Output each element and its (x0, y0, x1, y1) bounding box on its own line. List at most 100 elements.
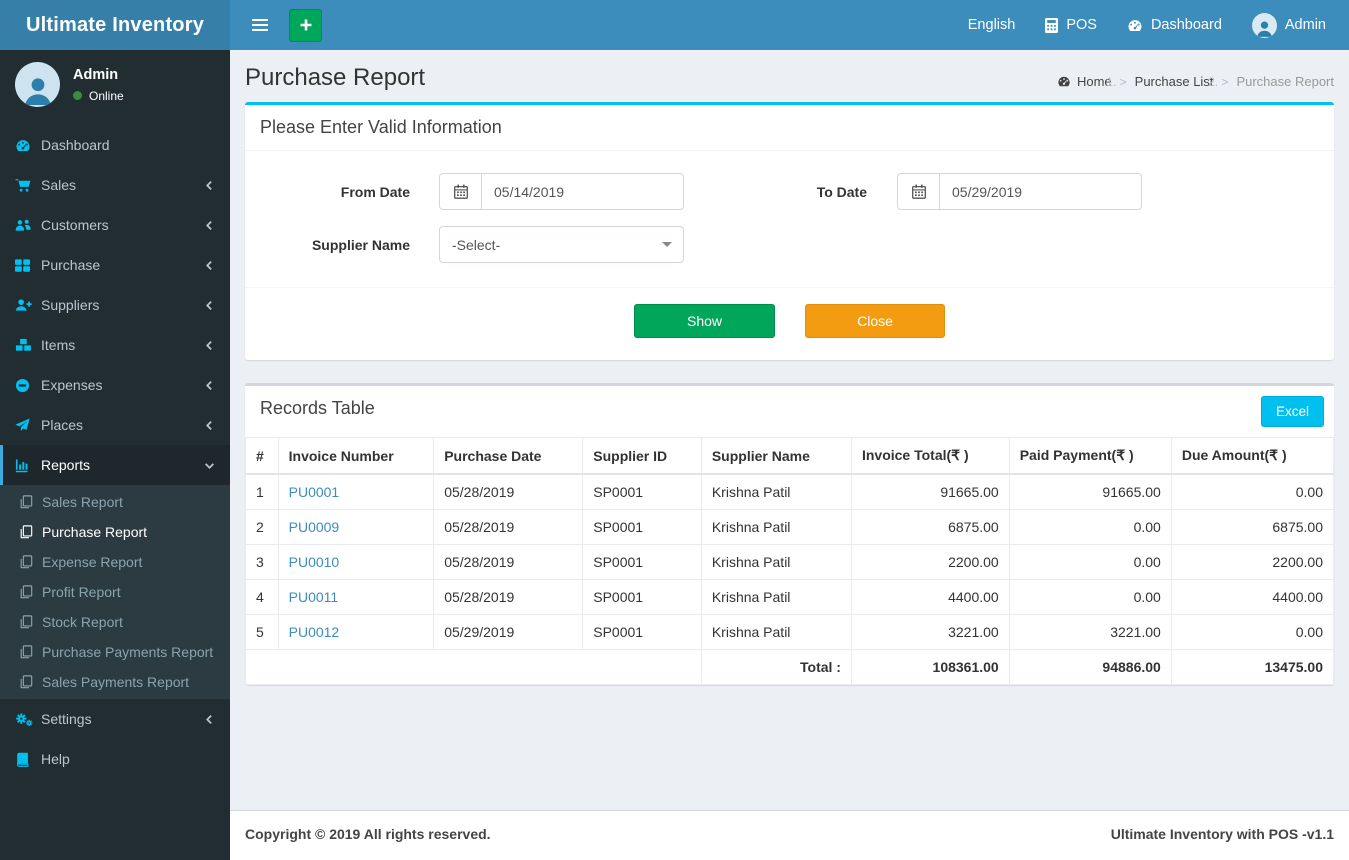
invoice-link[interactable]: PU0001 (289, 484, 340, 500)
filter-card: Please Enter Valid Information From Date… (245, 102, 1334, 360)
invoice-link[interactable]: PU0012 (289, 624, 340, 640)
breadcrumb-current: Purchase Report (1236, 74, 1334, 89)
breadcrumb-separator: > (1221, 75, 1228, 89)
brand-logo[interactable]: Ultimate Inventory (0, 0, 230, 50)
paper-plane-icon (15, 417, 31, 433)
breadcrumb-separator: > (1120, 75, 1127, 89)
chevron-left-icon (204, 380, 215, 391)
cart-icon (15, 178, 31, 193)
close-button[interactable]: Close (805, 304, 945, 338)
sidebar-item-items[interactable]: Items (0, 325, 230, 365)
sidebar-item-places[interactable]: Places (0, 405, 230, 445)
sidebar-item-suppliers[interactable]: Suppliers (0, 285, 230, 325)
show-button[interactable]: Show (634, 304, 775, 338)
excel-export-button[interactable]: Excel (1260, 396, 1324, 427)
chevron-left-icon (204, 220, 215, 231)
files-icon (19, 675, 33, 689)
col-paid-payment: Paid Payment(₹ ) (1008, 437, 1172, 475)
quick-add-button[interactable] (289, 8, 322, 42)
col-due-amount: Due Amount(₹ ) (1170, 437, 1335, 475)
files-icon (19, 645, 33, 659)
col-supplier-name: Supplier Name (700, 437, 852, 475)
online-dot-icon (73, 91, 82, 100)
version-text: Ultimate Inventory with POS -v1.1 (1110, 826, 1334, 842)
sidebar-item-stock-report[interactable]: Stock Report (0, 607, 230, 637)
book-icon (15, 752, 31, 767)
dashboard-link[interactable]: Dashboard (1112, 0, 1237, 50)
col-purchase-date: Purchase Date (433, 437, 584, 475)
sidebar-item-purchase-payments-report[interactable]: Purchase Payments Report (0, 637, 230, 667)
supplier-select[interactable]: -Select- (439, 226, 684, 263)
page-title: Purchase Report (245, 64, 426, 91)
sidebar-item-sales-payments-report[interactable]: Sales Payments Report (0, 667, 230, 697)
to-date-input[interactable] (940, 174, 1141, 209)
sidebar-item-expenses[interactable]: Expenses (0, 365, 230, 405)
content: Please Enter Valid Information From Date… (230, 96, 1349, 723)
col-invoice-total: Invoice Total(₹ ) (850, 437, 1010, 475)
records-table: # Invoice Number Purchase Date Supplier … (245, 437, 1335, 685)
calendar-icon[interactable] (898, 174, 940, 209)
sidebar-item-reports[interactable]: Reports Sales Report Purchase Report Exp… (0, 445, 230, 699)
total-due-amount: 13475.00 (1170, 649, 1335, 685)
table-row: 5 PU0012 05/29/2019 SP0001 Krishna Patil… (245, 614, 1335, 650)
supplier-select-wrap: -Select- (439, 226, 684, 263)
breadcrumb-purchase-list[interactable]: Purchase List (1135, 74, 1214, 89)
content-header: Purchase Report Home > Purchase List > P… (230, 50, 1349, 96)
top-navbar: Ultimate Inventory English POS Dashboard… (0, 0, 1349, 50)
pos-link[interactable]: POS (1030, 0, 1112, 50)
chevron-down-icon (204, 460, 215, 471)
calendar-icon[interactable] (440, 174, 482, 209)
avatar (1251, 12, 1277, 38)
home-dashboard-icon (1057, 75, 1071, 88)
col-invoice-number: Invoice Number (277, 437, 435, 475)
filter-card-title: Please Enter Valid Information (245, 105, 1334, 151)
gears-icon (15, 712, 33, 727)
invoice-link[interactable]: PU0010 (289, 554, 340, 570)
sidebar-item-sales-report[interactable]: Sales Report (0, 487, 230, 517)
filter-form: From Date To Date Supplier Name (245, 151, 1334, 287)
total-label: Total : (700, 649, 852, 685)
content-wrapper: Purchase Report Home > Purchase List > P… (230, 0, 1349, 810)
language-label: English (967, 17, 1016, 33)
sidebar-item-settings[interactable]: Settings (0, 699, 230, 739)
from-date-label: From Date (340, 183, 410, 200)
sidebar-item-sales[interactable]: Sales (0, 165, 230, 205)
user-menu[interactable]: Admin (1237, 0, 1341, 50)
minus-circle-icon (15, 378, 31, 393)
sidebar-item-help[interactable]: Help (0, 739, 230, 779)
bar-chart-icon (15, 458, 31, 473)
from-date-input[interactable] (482, 174, 683, 209)
invoice-link[interactable]: PU0009 (289, 519, 340, 535)
col-index: # (245, 437, 279, 475)
to-date-group (897, 173, 1142, 210)
dashboard-label: Dashboard (1150, 17, 1222, 33)
invoice-link[interactable]: PU0011 (289, 589, 339, 605)
sidebar-item-purchase[interactable]: Purchase (0, 245, 230, 285)
sidebar-item-purchase-report[interactable]: Purchase Report (0, 517, 230, 547)
sidebar-toggle-button[interactable] (238, 0, 282, 50)
sidebar-user-panel: Admin Online (0, 50, 230, 121)
language-menu[interactable]: English (953, 0, 1031, 50)
user-status: Online (73, 89, 124, 103)
filter-card-footer: Show Close (245, 287, 1334, 360)
to-date-label: To Date (816, 183, 867, 200)
total-invoice-total: 108361.00 (850, 649, 1010, 685)
breadcrumb-home[interactable]: Home (1057, 74, 1112, 89)
navbar: English POS Dashboard Admin (230, 0, 1349, 50)
sidebar-item-expense-report[interactable]: Expense Report (0, 547, 230, 577)
sidebar-item-customers[interactable]: Customers (0, 205, 230, 245)
total-paid-payment: 94886.00 (1008, 649, 1172, 685)
col-supplier-id: Supplier ID (582, 437, 702, 475)
sidebar-item-dashboard[interactable]: Dashboard (0, 125, 230, 165)
tachometer-icon (1127, 18, 1143, 33)
users-icon (15, 218, 31, 233)
plus-icon (299, 18, 313, 32)
navbar-right: English POS Dashboard Admin (953, 0, 1341, 50)
files-icon (19, 585, 33, 599)
table-row: 4 PU0011 05/28/2019 SP0001 Krishna Patil… (245, 579, 1335, 615)
sidebar-item-profit-report[interactable]: Profit Report (0, 577, 230, 607)
files-icon (19, 525, 33, 539)
chevron-left-icon (204, 420, 215, 431)
chevron-left-icon (204, 180, 215, 191)
online-label: Online (89, 88, 124, 103)
